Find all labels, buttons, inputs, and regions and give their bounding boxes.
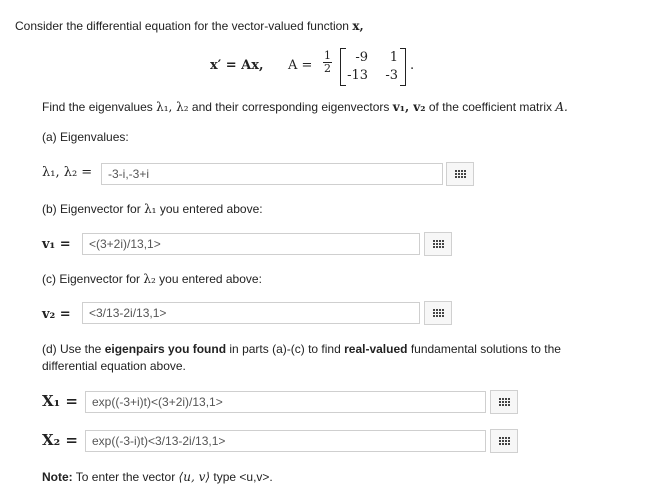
- solution-2-variable: X₂ =: [42, 431, 78, 449]
- matrix-cell: -3: [385, 68, 398, 83]
- instructions-vectors: v₁, v₂: [392, 100, 426, 114]
- keyboard-icon: [498, 397, 510, 407]
- instructions-text: of the coefficient matrix: [428, 100, 553, 114]
- part-a-variable: λ₁, λ₂ =: [42, 165, 93, 180]
- intro-sentence: Consider the differential equation for t…: [15, 19, 349, 33]
- part-d-bold-text: real-valued: [344, 342, 408, 356]
- equation-fraction: 1 2: [323, 50, 332, 75]
- eigenvector-1-input[interactable]: <(3+2i)/13,1>: [82, 233, 420, 255]
- coefficient-matrix: -9 1 -13 -3: [340, 48, 406, 86]
- instructions-lambdas: λ₁, λ₂: [156, 100, 189, 114]
- instructions-text: Find the eigenvalues: [42, 100, 153, 114]
- part-c-variable: v₂ =: [42, 307, 71, 322]
- instructions: Find the eigenvalues λ₁, λ₂ and their co…: [42, 100, 568, 114]
- part-a-label: (a) Eigenvalues:: [42, 130, 129, 144]
- solution-2-input[interactable]: exp((-3-i)t)<3/13-2i/13,1>: [85, 430, 486, 452]
- equation-a-label: A =: [288, 58, 313, 73]
- keyboard-icon: [454, 169, 466, 179]
- part-d-instructions: (d) Use the eigenpairs you found in part…: [42, 342, 561, 356]
- part-d-text: in parts (a)-(c) to find: [229, 342, 341, 356]
- intro-variable: x,: [352, 19, 364, 33]
- eigenvalues-input[interactable]: -3-i,-3+i: [101, 163, 443, 185]
- matrix-cell: 1: [389, 50, 398, 65]
- part-d-text: (d) Use the: [42, 342, 102, 356]
- solution-2-keyboard-button[interactable]: [490, 429, 518, 453]
- part-b-label-text: you entered above:: [159, 202, 263, 216]
- keyboard-icon: [498, 436, 510, 446]
- eigenvector-2-input[interactable]: <3/13-2i/13,1>: [82, 302, 420, 324]
- keyboard-icon: [432, 308, 444, 318]
- part-c-label: (c) Eigenvector for λ₂ you entered above…: [42, 272, 262, 286]
- eigenvalues-keyboard-button[interactable]: [446, 162, 474, 186]
- eigenvector-2-keyboard-button[interactable]: [424, 301, 452, 325]
- matrix-right-bracket: [400, 48, 406, 86]
- instructions-text: and their corresponding eigenvectors: [191, 100, 390, 114]
- part-b-label: (b) Eigenvector for λ₁ you entered above…: [42, 202, 263, 216]
- equation-lhs: x′ = Ax,: [210, 58, 264, 73]
- part-d-instructions-line2: differential equation above.: [42, 359, 186, 373]
- part-b-label-var: λ₁: [144, 202, 157, 216]
- part-d-text: fundamental solutions to the: [410, 342, 561, 356]
- note-label: Note:: [42, 470, 73, 484]
- matrix-left-bracket: [340, 48, 346, 86]
- note-text: To enter the vector: [75, 470, 176, 484]
- intro-text: Consider the differential equation for t…: [15, 19, 364, 33]
- solution-1-keyboard-button[interactable]: [490, 390, 518, 414]
- part-c-label-var: λ₂: [143, 272, 156, 286]
- part-d-bold-text: eigenpairs you found: [104, 342, 227, 356]
- equation-period: .: [410, 58, 415, 73]
- eigenvector-1-keyboard-button[interactable]: [424, 232, 452, 256]
- keyboard-icon: [432, 239, 444, 249]
- matrix-cell: -13: [347, 68, 368, 83]
- instructions-matrix: A.: [555, 100, 568, 114]
- note-vector: ⟨u, v⟩: [178, 470, 211, 484]
- part-b-variable: v₁ =: [42, 237, 71, 252]
- fraction-denominator: 2: [324, 62, 331, 75]
- part-c-label-text: you entered above:: [159, 272, 262, 286]
- solution-1-input[interactable]: exp((-3+i)t)<(3+2i)/13,1>: [85, 391, 486, 413]
- part-b-label-text: (b) Eigenvector for: [42, 202, 141, 216]
- solution-1-variable: X₁ =: [42, 392, 78, 410]
- matrix-cell: -9: [355, 50, 368, 65]
- note-text: type <u,v>.: [213, 470, 273, 484]
- part-c-label-text: (c) Eigenvector for: [42, 272, 141, 286]
- note: Note: To enter the vector ⟨u, v⟩ type <u…: [42, 470, 273, 484]
